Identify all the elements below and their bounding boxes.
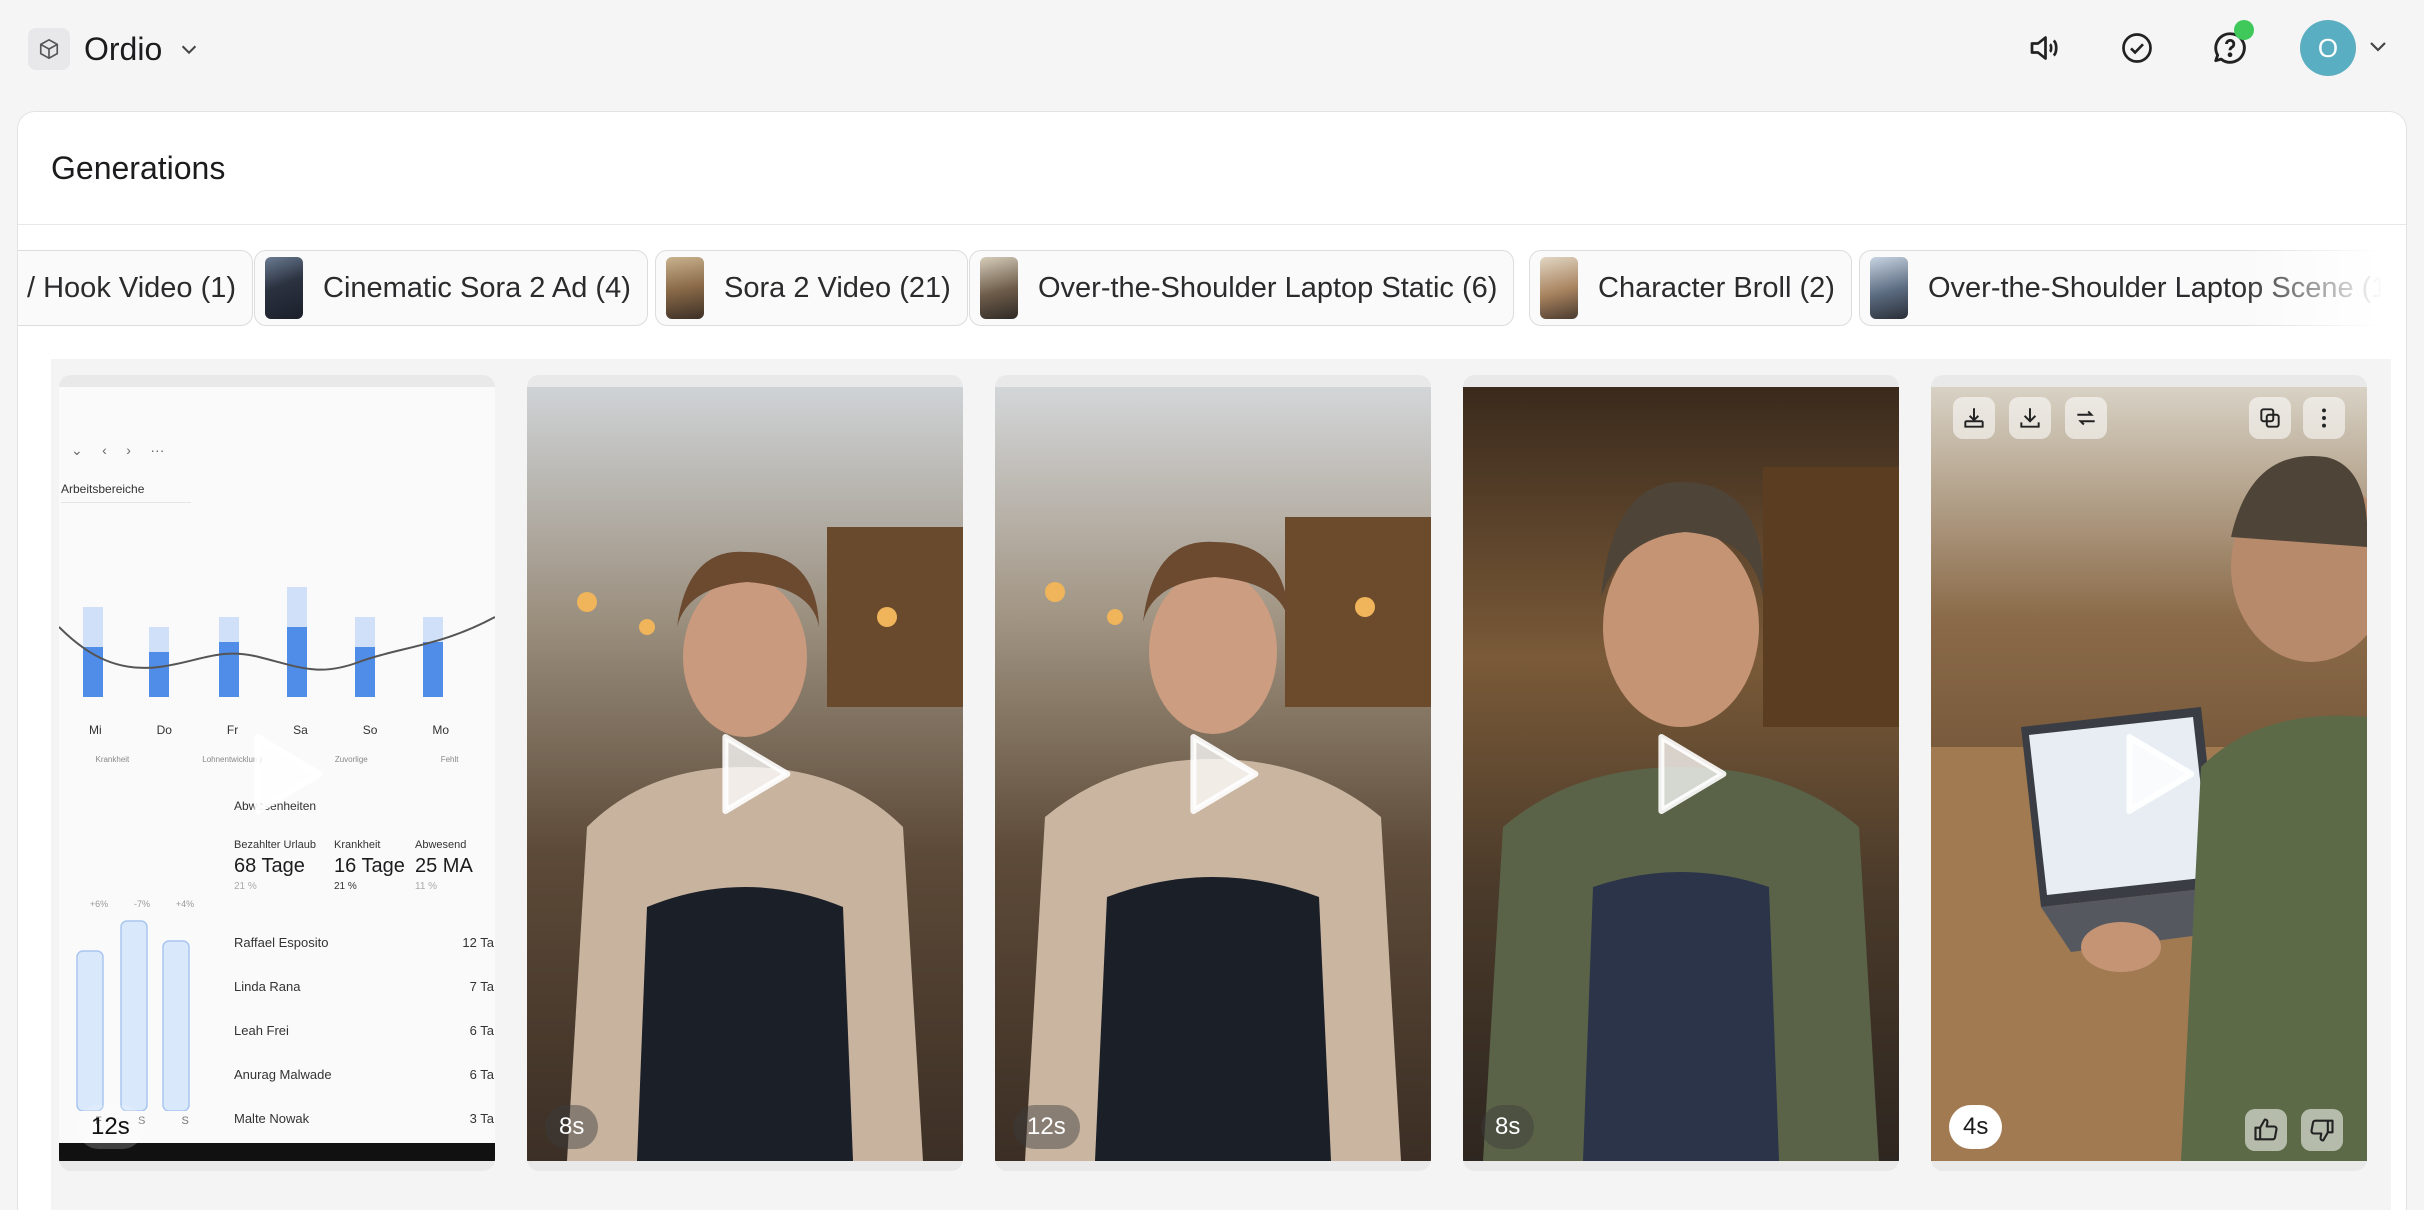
panel-header: Generations bbox=[18, 112, 2406, 225]
legend-item: Zuvorlige bbox=[334, 755, 368, 764]
notification-dot bbox=[2234, 20, 2254, 40]
person-name: Malte Nowak bbox=[234, 1111, 310, 1126]
person-name: Linda Rana bbox=[234, 979, 301, 994]
stat-value: 68 Tage bbox=[234, 855, 305, 877]
stat-value: 25 MA bbox=[415, 855, 473, 877]
list-item: Anurag Malwade 6 Ta bbox=[234, 1067, 494, 1082]
chip-label: Character Broll (2) bbox=[1598, 271, 1835, 304]
video-thumbnail: 4s bbox=[1931, 387, 2367, 1161]
duration-badge: 12s bbox=[1013, 1105, 1080, 1149]
list-item: Malte Nowak 3 Ta bbox=[234, 1111, 494, 1126]
bar-label: -7% bbox=[133, 899, 150, 909]
duration-badge: 4s bbox=[1949, 1105, 2003, 1149]
account-menu[interactable]: O bbox=[2300, 20, 2390, 76]
workspace-switcher[interactable]: Ordio bbox=[28, 26, 202, 72]
bar-label: +6% bbox=[89, 899, 109, 909]
chip-over-shoulder-static[interactable]: Over-the-Shoulder Laptop Static (6) bbox=[969, 250, 1515, 326]
day-label: Mo bbox=[432, 723, 449, 737]
app-name: Ordio bbox=[84, 30, 163, 67]
person-name: Leah Frei bbox=[234, 1023, 289, 1038]
day-label: Mi bbox=[89, 723, 102, 737]
cube-icon bbox=[28, 28, 70, 70]
video-thumbnail: 8s bbox=[1463, 387, 1899, 1161]
day-label: Do bbox=[156, 723, 172, 737]
person-value: 7 Ta bbox=[469, 979, 494, 994]
chip-cinematic-sora-ad[interactable]: Cinematic Sora 2 Ad (4) bbox=[254, 250, 648, 326]
play-icon[interactable] bbox=[1173, 729, 1263, 819]
video-grid: ⌄ ‹ › ··· Arbeitsbereiche Mi Do Fr Sa So… bbox=[51, 359, 2391, 1210]
page-title: Generations bbox=[51, 149, 226, 186]
chip-label: Over-the-Shoulder Laptop Scene (1) bbox=[1928, 271, 2398, 304]
video-thumbnail: 8s bbox=[527, 387, 963, 1161]
avatar: O bbox=[2300, 20, 2356, 76]
download-icon[interactable] bbox=[2009, 397, 2051, 439]
video-card[interactable]: 12s bbox=[995, 375, 1431, 1171]
chip-hook-video[interactable]: / Hook Video (1) bbox=[18, 250, 254, 326]
chip-label: Cinematic Sora 2 Ad (4) bbox=[323, 271, 631, 304]
video-card[interactable]: 4s bbox=[1931, 375, 2367, 1171]
play-icon[interactable] bbox=[1641, 729, 1731, 819]
person-value: 12 Ta bbox=[462, 935, 494, 950]
play-icon[interactable] bbox=[2109, 729, 2199, 819]
chip-sora-2-video[interactable]: Sora 2 Video (21) bbox=[655, 250, 968, 326]
stat-delta: 21 % bbox=[234, 881, 257, 892]
more-options-icon[interactable] bbox=[2303, 397, 2345, 439]
duration-badge: 8s bbox=[1481, 1105, 1535, 1149]
speaker-icon[interactable] bbox=[2014, 18, 2074, 78]
stat-value: 16 Tage bbox=[334, 855, 405, 877]
person-value: 3 Ta bbox=[469, 1111, 494, 1126]
chip-thumbnail bbox=[980, 257, 1018, 319]
chip-thumbnail bbox=[1540, 257, 1578, 319]
stat-label: Abwesend bbox=[415, 839, 467, 851]
video-card[interactable]: 8s bbox=[527, 375, 963, 1171]
help-icon[interactable] bbox=[2200, 18, 2260, 78]
stat-label: Bezahlter Urlaub bbox=[234, 839, 316, 851]
person-name: Anurag Malwade bbox=[234, 1067, 332, 1082]
play-icon[interactable] bbox=[705, 729, 795, 819]
video-card[interactable]: ⌄ ‹ › ··· Arbeitsbereiche Mi Do Fr Sa So… bbox=[59, 375, 495, 1171]
play-icon[interactable] bbox=[237, 729, 327, 819]
duration-badge: 12s bbox=[77, 1105, 144, 1149]
chip-over-shoulder-scene[interactable]: Over-the-Shoulder Laptop Scene (1) bbox=[1859, 250, 2406, 326]
stat-label: Krankheit bbox=[334, 839, 381, 851]
legend-item: Fehlt bbox=[440, 755, 459, 764]
regenerate-icon[interactable] bbox=[2065, 397, 2107, 439]
video-card[interactable]: 8s bbox=[1463, 375, 1899, 1171]
thumbs-up-icon[interactable] bbox=[2245, 1109, 2287, 1151]
stat-delta: 11 % bbox=[415, 881, 438, 892]
person-value: 6 Ta bbox=[469, 1023, 494, 1038]
stat-delta: 21 % bbox=[334, 881, 357, 892]
bar-day: S bbox=[181, 1115, 189, 1127]
legend-item: Krankheit bbox=[95, 755, 130, 764]
person-value: 6 Ta bbox=[469, 1067, 494, 1082]
chip-label: Over-the-Shoulder Laptop Static (6) bbox=[1038, 271, 1498, 304]
check-circle-icon[interactable] bbox=[2107, 18, 2167, 78]
video-thumbnail: 12s bbox=[995, 387, 1431, 1161]
generation-groups: / Hook Video (1) Cinematic Sora 2 Ad (4)… bbox=[18, 250, 2406, 326]
save-icon[interactable] bbox=[1953, 397, 1995, 439]
day-label: So bbox=[362, 723, 378, 737]
thumbs-down-icon[interactable] bbox=[2301, 1109, 2343, 1151]
duration-badge: 8s bbox=[545, 1105, 599, 1149]
top-bar: Ordio O bbox=[0, 0, 2424, 100]
chip-thumbnail bbox=[265, 257, 303, 319]
list-item: Leah Frei 6 Ta bbox=[234, 1023, 494, 1038]
chip-character-broll[interactable]: Character Broll (2) bbox=[1529, 250, 1852, 326]
person-name: Raffael Esposito bbox=[234, 935, 329, 950]
list-item: Linda Rana 7 Ta bbox=[234, 979, 494, 994]
chip-thumbnail bbox=[1870, 257, 1908, 319]
top-actions: O bbox=[1981, 18, 2390, 78]
chevron-down-icon bbox=[2366, 34, 2390, 63]
chip-thumbnail bbox=[666, 257, 704, 319]
bar-label: +4% bbox=[175, 899, 195, 909]
generations-panel: Generations / Hook Video (1) Cinematic S… bbox=[17, 111, 2407, 1210]
video-thumbnail: ⌄ ‹ › ··· Arbeitsbereiche Mi Do Fr Sa So… bbox=[59, 387, 495, 1161]
dashboard-dropdown: Arbeitsbereiche bbox=[61, 482, 191, 503]
list-item: Raffael Esposito 12 Ta bbox=[234, 935, 494, 950]
copy-icon[interactable] bbox=[2249, 397, 2291, 439]
chip-label: / Hook Video (1) bbox=[27, 271, 237, 304]
chip-label: Sora 2 Video (21) bbox=[724, 271, 951, 304]
chevron-down-icon bbox=[176, 36, 202, 62]
